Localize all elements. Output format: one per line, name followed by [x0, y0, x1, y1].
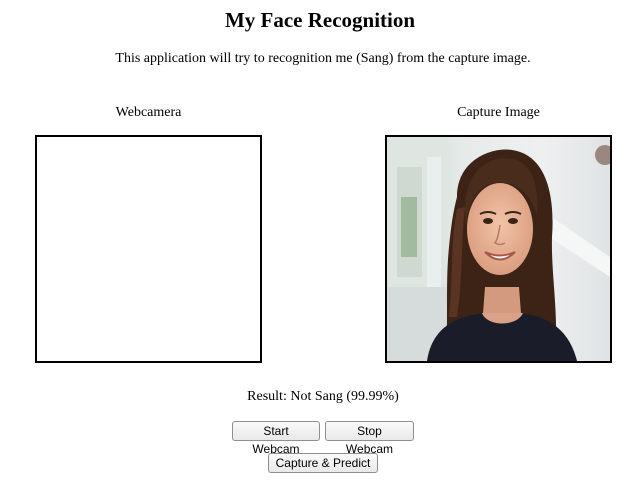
capture-predict-button[interactable]: Capture & Predict [268, 453, 378, 473]
page-description: This application will try to recognition… [115, 51, 531, 66]
webcam-video-frame [35, 135, 262, 363]
webcam-label: Webcamera [115, 105, 182, 120]
prediction-result: Result: Not Sang (99.99%) [247, 389, 399, 404]
capture-image-label: Capture Image [457, 105, 540, 120]
start-webcam-button[interactable]: Start Webcam [232, 421, 320, 456]
captured-face-photo [387, 137, 610, 361]
stop-webcam-button[interactable]: Stop Webcam [325, 421, 414, 456]
page-title: My Face Recognition [224, 8, 416, 32]
captured-image [385, 135, 612, 363]
